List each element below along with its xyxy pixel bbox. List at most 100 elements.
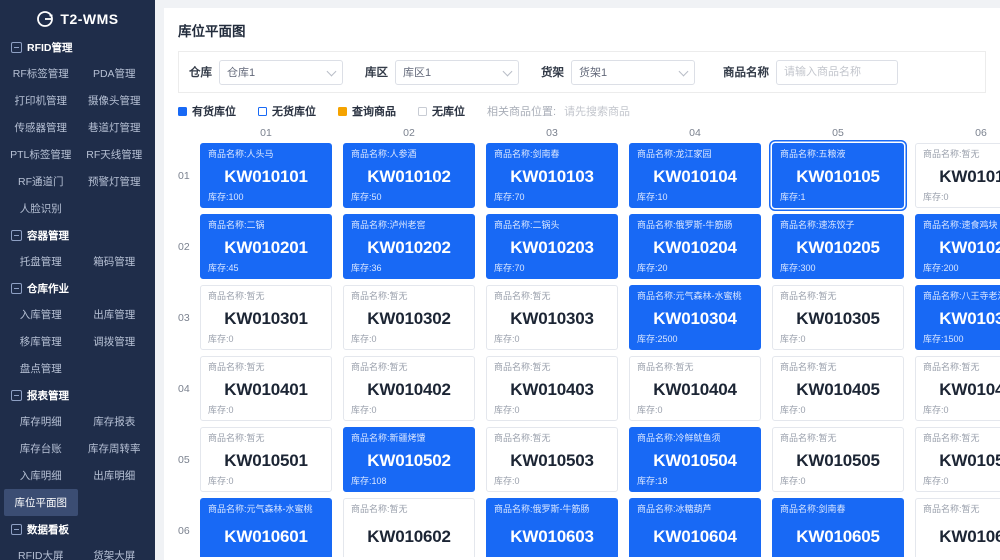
location-cell-KW010302[interactable]: 商品名称:暂无 KW010302 库存:0	[343, 285, 475, 350]
location-cell-KW010303[interactable]: 商品名称:暂无 KW010303 库存:0	[486, 285, 618, 350]
brand-logo[interactable]: T2-WMS	[0, 0, 155, 34]
sidebar-group-0[interactable]: RFID管理	[4, 34, 151, 60]
filter-field-warehouse: 仓库 仓库1	[189, 59, 343, 85]
rack-select[interactable]: 货架1	[571, 59, 695, 85]
sidebar-item-RF天线管理[interactable]: RF天线管理	[78, 141, 152, 168]
sidebar-group-4[interactable]: 数据看板	[4, 516, 151, 542]
cell-product-name: 商品名称:俄罗斯-牛筋肠	[494, 504, 590, 514]
location-cell-KW010104[interactable]: 商品名称:龙江家园 KW010104 库存:10	[629, 143, 761, 208]
sidebar-item-入库管理[interactable]: 入库管理	[4, 301, 78, 328]
location-cell-KW010603[interactable]: 商品名称:俄罗斯-牛筋肠 KW010603	[486, 498, 618, 557]
g-circle-logo-icon	[36, 10, 54, 28]
cell-location-code: KW010101	[224, 166, 308, 186]
cell-stock: 库存:50	[351, 192, 382, 202]
location-cell-KW010505[interactable]: 商品名称:暂无 KW010505 库存:0	[772, 427, 904, 492]
sidebar-item-巷道灯管理[interactable]: 巷道灯管理	[78, 114, 152, 141]
sidebar-item-RF通道门[interactable]: RF通道门	[4, 168, 78, 195]
sidebar-group-label: 数据看板	[27, 524, 69, 536]
location-cell-KW010105[interactable]: 商品名称:五粮液 KW010105 库存:1	[772, 143, 904, 208]
main-content: 库位平面图 仓库 仓库1 库区 库区1 货架 货架1 商品名称 有货库位 无货库位 查询商品 无库…	[155, 0, 1000, 560]
sidebar-item-库存明细[interactable]: 库存明细	[4, 408, 78, 435]
warehouse-select[interactable]: 仓库1	[219, 59, 343, 85]
location-cell-KW010606[interactable]: 商品名称:暂无 KW010606	[915, 498, 1000, 557]
cell-stock: 库存:108	[351, 476, 387, 486]
sidebar-item-PDA管理[interactable]: PDA管理	[78, 60, 152, 87]
location-cell-KW010504[interactable]: 商品名称:冷鲜鱿鱼须 KW010504 库存:18	[629, 427, 761, 492]
sidebar-item-PTL标签管理[interactable]: PTL标签管理	[4, 141, 78, 168]
related-product-location-value: 请先搜索商品	[564, 106, 631, 118]
sidebar-item-打印机管理[interactable]: 打印机管理	[4, 87, 78, 114]
location-cell-KW010604[interactable]: 商品名称:冰糖葫芦 KW010604	[629, 498, 761, 557]
location-cell-KW010501[interactable]: 商品名称:暂无 KW010501 库存:0	[200, 427, 332, 492]
location-cell-KW010304[interactable]: 商品名称:元气森林-水蜜桃 KW010304 库存:2500	[629, 285, 761, 350]
sidebar-item-预警灯管理[interactable]: 预警灯管理	[78, 168, 152, 195]
cell-stock: 库存:100	[208, 192, 244, 202]
location-cell-KW010203[interactable]: 商品名称:二锅头 KW010203 库存:70	[486, 214, 618, 279]
location-cell-KW010506[interactable]: 商品名称:暂无 KW010506 库存:0	[915, 427, 1000, 492]
cell-product-name: 商品名称:暂无	[923, 504, 980, 514]
location-cell-KW010601[interactable]: 商品名称:元气森林-水蜜桃 KW010601	[200, 498, 332, 557]
sidebar-item-盘点管理[interactable]: 盘点管理	[4, 355, 78, 382]
location-cell-KW010401[interactable]: 商品名称:暂无 KW010401 库存:0	[200, 356, 332, 421]
cell-product-name: 商品名称:二锅头	[494, 220, 560, 230]
location-cell-KW010503[interactable]: 商品名称:暂无 KW010503 库存:0	[486, 427, 618, 492]
sidebar-group-3[interactable]: 报表管理	[4, 382, 151, 408]
location-cell-KW010305[interactable]: 商品名称:暂无 KW010305 库存:0	[772, 285, 904, 350]
sidebar-item-出库管理[interactable]: 出库管理	[78, 301, 152, 328]
sidebar-item-摄像头管理[interactable]: 摄像头管理	[78, 87, 152, 114]
cell-stock: 库存:36	[351, 263, 382, 273]
location-cell-KW010205[interactable]: 商品名称:速冻饺子 KW010205 库存:300	[772, 214, 904, 279]
sidebar-item-传感器管理[interactable]: 传感器管理	[4, 114, 78, 141]
location-cell-KW010602[interactable]: 商品名称:暂无 KW010602	[343, 498, 475, 557]
sidebar-item-移库管理[interactable]: 移库管理	[4, 328, 78, 355]
location-cell-KW010405[interactable]: 商品名称:暂无 KW010405 库存:0	[772, 356, 904, 421]
location-cell-KW010106[interactable]: 商品名称:暂无 KW010106 库存:0	[915, 143, 1000, 208]
sidebar-item-库存报表[interactable]: 库存报表	[78, 408, 152, 435]
sidebar-item-箱码管理[interactable]: 箱码管理	[78, 248, 152, 275]
sidebar-group-2[interactable]: 仓库作业	[4, 275, 151, 301]
location-cell-KW010206[interactable]: 商品名称:速食鸡块 KW010206 库存:200	[915, 214, 1000, 279]
sidebar-item-人脸识别[interactable]: 人脸识别	[4, 195, 78, 222]
sidebar-item-货架大屏[interactable]: 货架大屏	[78, 542, 152, 560]
location-cell-KW010103[interactable]: 商品名称:剑南春 KW010103 库存:70	[486, 143, 618, 208]
legend-item-无库位[interactable]: 无库位	[418, 103, 465, 119]
sidebar-item-RF标签管理[interactable]: RF标签管理	[4, 60, 78, 87]
sidebar-item-库存周转率[interactable]: 库存周转率	[78, 435, 152, 462]
location-cell-KW010406[interactable]: 商品名称:暂无 KW010406 库存:0	[915, 356, 1000, 421]
zone-select[interactable]: 库区1	[395, 59, 519, 85]
sidebar-item-调拨管理[interactable]: 调拨管理	[78, 328, 152, 355]
sidebar-row: RF通道门 预警灯管理	[4, 168, 151, 195]
legend-label: 无货库位	[272, 106, 316, 118]
cell-location-code: KW010305	[796, 308, 880, 328]
location-cell-KW010201[interactable]: 商品名称:二锅 KW010201 库存:45	[200, 214, 332, 279]
location-cell-KW010402[interactable]: 商品名称:暂无 KW010402 库存:0	[343, 356, 475, 421]
sidebar-item-RFID大屏[interactable]: RFID大屏	[4, 542, 78, 560]
sidebar-item-入库明细[interactable]: 入库明细	[4, 462, 78, 489]
legend-item-有货库位[interactable]: 有货库位	[178, 103, 236, 119]
cell-location-code: KW010303	[510, 308, 594, 328]
sidebar-item-库位平面图[interactable]: 库位平面图	[4, 489, 78, 516]
cell-location-code: KW010501	[224, 450, 308, 470]
row-header-05: 05	[178, 453, 190, 466]
cell-location-code: KW010105	[796, 166, 880, 186]
location-cell-KW010403[interactable]: 商品名称:暂无 KW010403 库存:0	[486, 356, 618, 421]
location-cell-KW010502[interactable]: 商品名称:新疆烤馕 KW010502 库存:108	[343, 427, 475, 492]
sidebar-item-库存台账[interactable]: 库存台账	[4, 435, 78, 462]
product-name-input[interactable]	[776, 59, 898, 85]
location-cell-KW010202[interactable]: 商品名称:泸州老窖 KW010202 库存:36	[343, 214, 475, 279]
sidebar-row: 打印机管理 摄像头管理	[4, 87, 151, 114]
legend-item-无货库位[interactable]: 无货库位	[258, 103, 316, 119]
sidebar-row: 库存明细 库存报表	[4, 408, 151, 435]
location-cell-KW010102[interactable]: 商品名称:人参酒 KW010102 库存:50	[343, 143, 475, 208]
content-card: 库位平面图 仓库 仓库1 库区 库区1 货架 货架1 商品名称 有货库位 无货库位 查询商品 无库…	[164, 8, 1000, 560]
location-cell-KW010605[interactable]: 商品名称:剑南春 KW010605	[772, 498, 904, 557]
sidebar-item-出库明细[interactable]: 出库明细	[78, 462, 152, 489]
location-cell-KW010301[interactable]: 商品名称:暂无 KW010301 库存:0	[200, 285, 332, 350]
location-cell-KW010306[interactable]: 商品名称:八王寺老汽水 KW010306 库存:1500	[915, 285, 1000, 350]
location-cell-KW010204[interactable]: 商品名称:俄罗斯-牛筋肠 KW010204 库存:20	[629, 214, 761, 279]
location-cell-KW010404[interactable]: 商品名称:暂无 KW010404 库存:0	[629, 356, 761, 421]
sidebar-group-1[interactable]: 容器管理	[4, 222, 151, 248]
sidebar-item-托盘管理[interactable]: 托盘管理	[4, 248, 78, 275]
location-cell-KW010101[interactable]: 商品名称:人头马 KW010101 库存:100	[200, 143, 332, 208]
legend-item-查询商品[interactable]: 查询商品	[338, 103, 396, 119]
